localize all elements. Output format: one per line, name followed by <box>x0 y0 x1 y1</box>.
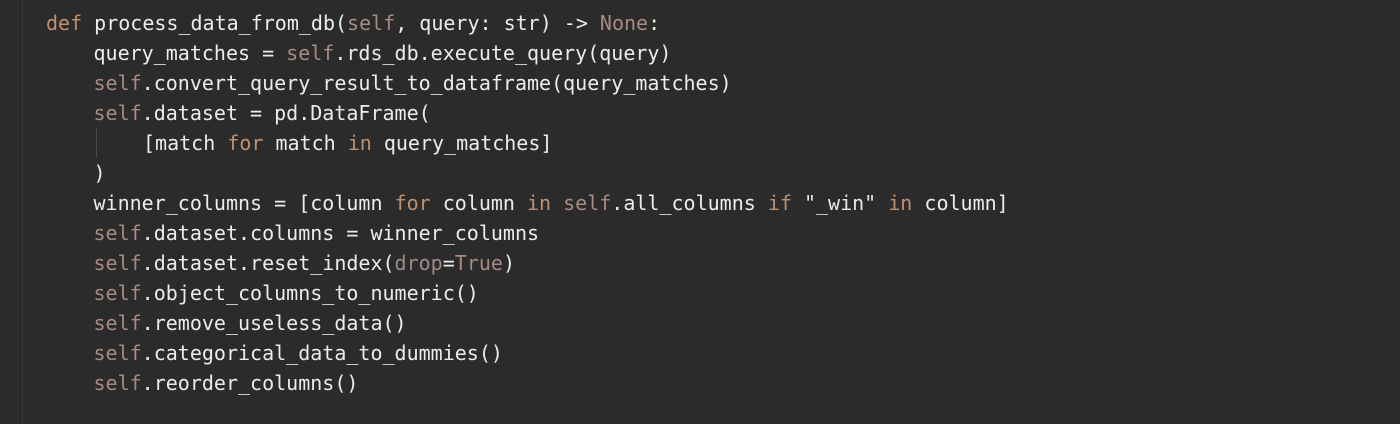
code-line[interactable]: self.remove_useless_data() <box>46 308 1009 338</box>
code-token: .remove_useless_data() <box>141 311 407 335</box>
code-token: ) <box>93 161 106 185</box>
code-token: .convert_query_result_to_dataframe(query… <box>141 71 732 95</box>
code-line[interactable]: [match for match in query_matches] <box>46 128 1009 158</box>
code-token: self <box>286 41 335 65</box>
code-token: .object_columns_to_numeric() <box>141 281 479 305</box>
code-block[interactable]: def process_data_from_db(self, query: st… <box>46 8 1009 398</box>
code-token: self <box>93 371 142 395</box>
code-token: .categorical_data_to_dummies() <box>141 341 503 365</box>
code-line[interactable]: self.convert_query_result_to_dataframe(q… <box>46 68 1009 98</box>
code-token: self <box>563 191 612 215</box>
code-token: column <box>430 191 527 215</box>
code-token: True <box>454 251 503 275</box>
code-token: in <box>888 191 913 215</box>
code-token: ) <box>502 251 515 275</box>
code-line[interactable]: self.dataset.columns = winner_columns <box>46 218 1009 248</box>
code-token: self <box>93 311 142 335</box>
code-token: self <box>93 341 142 365</box>
code-token: query_matches = <box>93 41 287 65</box>
code-line[interactable]: query_matches = self.rds_db.execute_quer… <box>46 38 1009 68</box>
code-token: winner_columns = [column <box>93 191 395 215</box>
code-token: drop <box>394 251 443 275</box>
code-token: in <box>526 191 552 215</box>
code-token: self <box>347 11 396 35</box>
gutter-divider <box>22 0 23 424</box>
code-token: self <box>93 281 142 305</box>
code-line[interactable]: self.categorical_data_to_dummies() <box>46 338 1009 368</box>
code-token: .dataset.columns = winner_columns <box>141 221 540 245</box>
code-editor[interactable]: def process_data_from_db(self, query: st… <box>0 0 1400 424</box>
code-token: .reorder_columns() <box>141 371 359 395</box>
indent-guide <box>96 128 97 158</box>
code-token: None <box>599 11 649 35</box>
code-token: , query: str) -> <box>395 11 600 35</box>
code-token: query_matches] <box>371 131 553 155</box>
code-token: = <box>442 251 455 275</box>
code-token: for <box>227 131 264 155</box>
code-token: self <box>93 101 142 125</box>
code-token: "_win" <box>791 191 889 215</box>
code-line[interactable]: winner_columns = [column for column in s… <box>46 188 1009 218</box>
code-line[interactable]: ) <box>46 158 1009 188</box>
code-line[interactable]: self.reorder_columns() <box>46 368 1009 398</box>
code-token: self <box>93 221 142 245</box>
code-line[interactable]: def process_data_from_db(self, query: st… <box>46 8 1009 38</box>
code-token: self <box>93 71 142 95</box>
code-token: .dataset.reset_index( <box>141 251 395 275</box>
code-token: match <box>263 131 348 155</box>
code-token: [match <box>143 131 228 155</box>
code-token: self <box>93 251 142 275</box>
code-line[interactable]: self.dataset = pd.DataFrame( <box>46 98 1009 128</box>
code-token: def <box>46 11 95 35</box>
code-token: .all_columns <box>611 191 768 215</box>
code-token: process_data_from_db( <box>94 11 348 35</box>
code-token: for <box>394 191 431 215</box>
code-line[interactable]: self.dataset.reset_index(drop=True) <box>46 248 1009 278</box>
code-line[interactable]: self.object_columns_to_numeric() <box>46 278 1009 308</box>
code-token: .rds_db.execute_query(query) <box>334 41 672 65</box>
code-token: in <box>347 131 372 155</box>
code-token: if <box>767 191 792 215</box>
code-token: .dataset = pd.DataFrame( <box>141 101 431 125</box>
code-token: : <box>648 11 661 35</box>
code-token: column] <box>912 191 1009 215</box>
